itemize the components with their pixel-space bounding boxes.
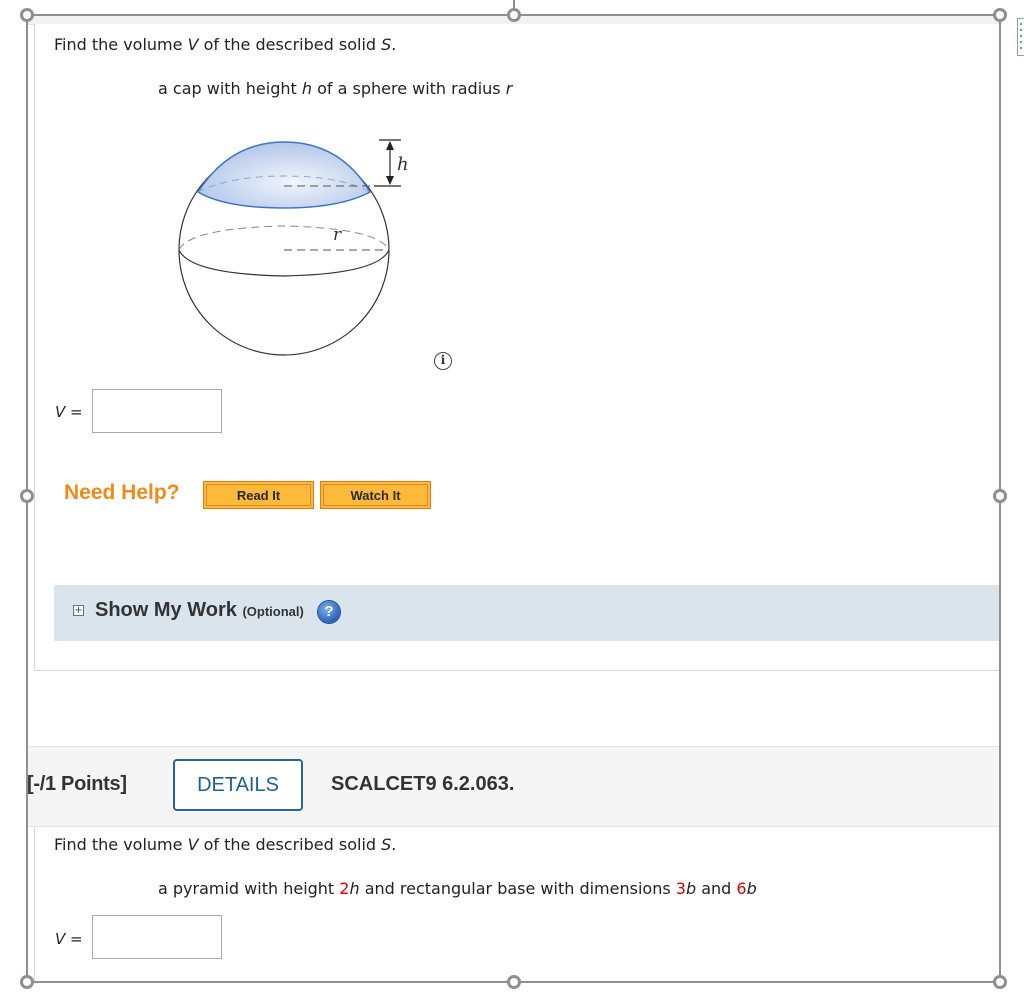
rotate-handle-stem: [513, 0, 515, 8]
show-my-work-title: Show My Work: [95, 599, 237, 621]
question-circle-icon[interactable]: ?: [318, 601, 340, 623]
variable-b: b: [685, 879, 697, 898]
optional-label: (Optional): [242, 604, 304, 619]
resize-handle-bottom-right[interactable]: [993, 975, 1007, 989]
description-text: a pyramid with height: [158, 879, 340, 898]
points-label: [-/1 Points]: [27, 773, 127, 795]
watch-it-button[interactable]: Watch It: [320, 481, 431, 509]
prompt-text: Find the volume: [54, 835, 188, 854]
description-text: and: [696, 879, 737, 898]
variable-b: b: [746, 879, 757, 898]
height-arrow-down: [386, 176, 394, 185]
label-r: r: [333, 225, 342, 245]
dimension-2-coefficient: 6: [736, 879, 747, 898]
volume-answer-input[interactable]: [92, 389, 222, 433]
dimension-1-coefficient: 3: [675, 879, 686, 898]
question-2-prompt: Find the volume V of the described solid…: [54, 835, 396, 854]
prompt-text: Find the volume: [54, 35, 188, 54]
answer-label: V =: [55, 403, 83, 421]
variable-r: r: [505, 79, 513, 98]
question-2-description: a pyramid with height 2h and rectangular…: [158, 879, 757, 898]
description-text: and rectangular base with dimensions: [359, 879, 676, 898]
prompt-text: of the described solid: [198, 835, 382, 854]
label-h: h: [397, 154, 409, 175]
equator-back-dashed: [178, 225, 390, 251]
layout-options-icon[interactable]: [1017, 18, 1024, 56]
plus-square-icon[interactable]: +: [73, 605, 84, 616]
resize-handle-bottom-center[interactable]: [507, 975, 521, 989]
prompt-text: .: [391, 35, 397, 54]
question-id: SCALCET9 6.2.063.: [331, 773, 515, 795]
answer-label: V =: [55, 930, 83, 948]
show-my-work-toggle[interactable]: Show My Work (Optional): [95, 599, 304, 622]
description-text: of a sphere with radius: [312, 79, 506, 98]
variable-h: h: [349, 879, 360, 898]
height-arrow-up: [386, 141, 394, 150]
description-text: a cap with height: [158, 79, 302, 98]
resize-handle-top-right[interactable]: [993, 8, 1007, 22]
resize-handle-bottom-left[interactable]: [20, 975, 34, 989]
resize-handle-top-left[interactable]: [20, 8, 34, 22]
variable-h: h: [301, 79, 312, 98]
need-help-label: Need Help?: [64, 481, 180, 504]
question-2-border: [34, 826, 35, 983]
variable-v: V: [187, 35, 199, 54]
variable-s: S: [381, 35, 392, 54]
question-1-description: a cap with height h of a sphere with rad…: [158, 79, 512, 98]
read-it-button[interactable]: Read It: [203, 481, 314, 509]
prompt-text: of the described solid: [198, 35, 382, 54]
volume-answer-input-2[interactable]: [92, 915, 222, 959]
variable-v: V: [187, 835, 199, 854]
details-button[interactable]: DETAILS: [173, 759, 303, 811]
prompt-text: .: [391, 835, 397, 854]
sphere-cap-figure: h r: [178, 139, 409, 356]
resize-handle-middle-right[interactable]: [993, 489, 1007, 503]
resize-handle-middle-left[interactable]: [20, 489, 34, 503]
equator-front: [178, 249, 390, 277]
cap-region: [196, 141, 372, 209]
question-1-prompt: Find the volume V of the described solid…: [54, 35, 396, 54]
info-icon[interactable]: i: [434, 352, 452, 370]
variable-s: S: [381, 835, 392, 854]
height-coefficient: 2: [339, 879, 350, 898]
resize-handle-top-center[interactable]: [507, 8, 521, 22]
